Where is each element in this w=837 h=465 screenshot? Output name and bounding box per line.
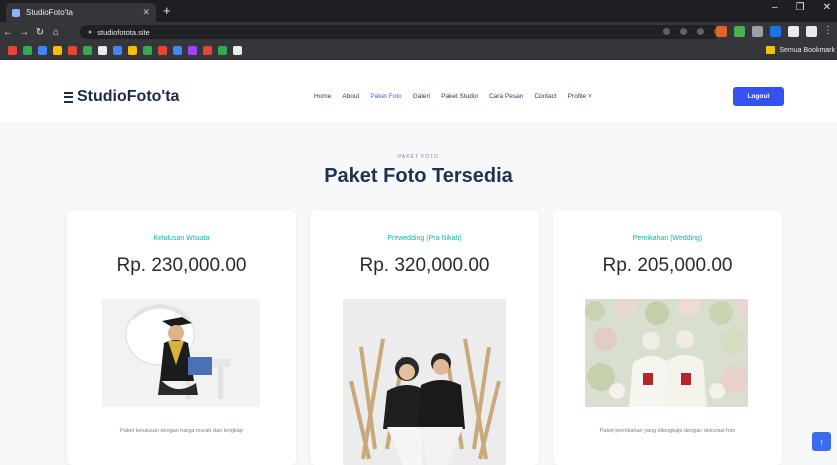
package-category: Pernikahan (Wedding)	[632, 235, 703, 242]
browser-menu-icon[interactable]: ⋮	[823, 25, 833, 36]
package-card[interactable]: Kelulusan Wisuda Rp. 230,000.00 Paket ke…	[67, 210, 296, 465]
bookmark-icon[interactable]	[233, 46, 242, 55]
address-text: studiofotota.site	[97, 27, 150, 37]
extension-icon[interactable]	[752, 26, 763, 37]
main-nav: Home About Paket Foto Galeri Paket Studio Car…	[314, 93, 592, 100]
bookmark-icon[interactable]	[188, 46, 197, 55]
package-price: Rp. 320,000.00	[359, 255, 490, 276]
reload-icon[interactable]: ↻	[32, 27, 48, 38]
prewedding-photo[interactable]	[343, 299, 506, 465]
section-title: Paket Foto Tersedia	[324, 165, 513, 187]
nav-item-profile[interactable]: Profile ˅	[568, 93, 592, 100]
nav-item-galeri[interactable]: Galeri	[413, 93, 430, 100]
forward-icon[interactable]: →	[16, 27, 32, 38]
extension-icon[interactable]	[806, 26, 817, 37]
graduation-photo[interactable]	[102, 299, 260, 407]
nav-item-cara-pesan[interactable]: Cara Pesan	[489, 93, 523, 100]
back-icon[interactable]: ←	[0, 27, 16, 38]
bookmark-icon[interactable]	[128, 46, 137, 55]
bookmark-icon[interactable]	[53, 46, 62, 55]
bookmark-icon[interactable]	[68, 46, 77, 55]
package-description: Paket pernikahan yang dilengkapi dengan …	[599, 428, 736, 434]
bookmark-icon[interactable]	[8, 46, 17, 55]
zoom-icon[interactable]	[680, 28, 687, 35]
wedding-photo[interactable]	[585, 299, 748, 407]
share-icon[interactable]	[697, 28, 704, 35]
nav-item-paket-foto[interactable]: Paket Foto	[370, 93, 401, 100]
favicon-icon	[12, 8, 20, 17]
bookmark-icons	[8, 46, 242, 55]
package-description: Paket kelulusan dengan harga murah dan l…	[120, 428, 243, 434]
nav-item-home[interactable]: Home	[314, 93, 331, 100]
extension-icon[interactable]	[716, 26, 727, 37]
browser-tab-bar: StudioFoto'ta ✕ + – ❐ ✕	[0, 0, 837, 22]
folder-icon	[766, 46, 776, 54]
minimize-button[interactable]: –	[772, 2, 778, 13]
browser-tab[interactable]: StudioFoto'ta ✕	[6, 3, 156, 22]
maximize-button[interactable]: ❐	[796, 2, 805, 13]
packages-section: PAKET FOTO Paket Foto Tersedia Kelulusan…	[0, 122, 837, 465]
page: StudioFoto'ta ✕ + – ❐ ✕ ← → ↻ ⌂ ● studio…	[0, 0, 837, 465]
section-eyebrow: PAKET FOTO	[397, 154, 440, 160]
bookmark-icon[interactable]	[83, 46, 92, 55]
bookmark-icon[interactable]	[143, 46, 152, 55]
tab-title: StudioFoto'ta	[26, 8, 73, 17]
all-bookmarks-label: Semua Bookmark	[779, 46, 835, 54]
home-icon[interactable]: ⌂	[48, 27, 64, 38]
package-card[interactable]: Pernikahan (Wedding) Rp. 205,000.00 Pake…	[553, 210, 782, 465]
package-category: Prewedding (Pra Nikah)	[387, 235, 462, 242]
nav-item-paket-studio[interactable]: Paket Studio	[441, 93, 478, 100]
extension-icon[interactable]	[770, 26, 781, 37]
nav-item-about[interactable]: About	[342, 93, 359, 100]
menu-lines-icon	[64, 91, 73, 103]
scroll-to-top-button[interactable]: ↑	[812, 432, 831, 451]
all-bookmarks[interactable]: Semua Bookmark	[766, 46, 835, 54]
package-category: Kelulusan Wisuda	[153, 235, 210, 242]
translate-icon[interactable]	[663, 28, 670, 35]
bookmark-icon[interactable]	[203, 46, 212, 55]
nav-item-contact[interactable]: Contact	[534, 93, 556, 100]
bookmark-icon[interactable]	[98, 46, 107, 55]
logo[interactable]: StudioFoto'ta	[64, 88, 179, 106]
bookmark-icon[interactable]	[38, 46, 47, 55]
logo-text: StudioFoto'ta	[77, 88, 180, 105]
bookmark-icon[interactable]	[158, 46, 167, 55]
browser-toolbar: ← → ↻ ⌂ ● studiofotota.site ⋮	[0, 22, 837, 42]
bookmark-icon[interactable]	[218, 46, 227, 55]
package-card[interactable]: Prewedding (Pra Nikah) Rp. 320,000.00	[310, 210, 539, 465]
bookmarks-bar: Semua Bookmark	[0, 42, 837, 60]
logout-button[interactable]: Logout	[733, 87, 784, 106]
site-info-icon[interactable]: ●	[88, 29, 92, 36]
package-price: Rp. 205,000.00	[602, 255, 733, 276]
extension-icon[interactable]	[734, 26, 745, 37]
address-bar[interactable]: ● studiofotota.site	[80, 25, 720, 39]
new-tab-button[interactable]: +	[163, 3, 171, 19]
close-window-button[interactable]: ✕	[823, 2, 831, 13]
bookmark-icon[interactable]	[173, 46, 182, 55]
extension-icon[interactable]	[788, 26, 799, 37]
window-controls: – ❐ ✕	[772, 2, 831, 13]
extension-icons	[716, 26, 817, 37]
address-bar-actions	[663, 28, 721, 35]
bookmark-icon[interactable]	[113, 46, 122, 55]
bookmark-icon[interactable]	[23, 46, 32, 55]
tab-close-icon[interactable]: ✕	[142, 7, 150, 18]
package-price: Rp. 230,000.00	[116, 255, 247, 276]
site-header: StudioFoto'ta Home About Paket Foto Galeri P…	[0, 60, 837, 122]
